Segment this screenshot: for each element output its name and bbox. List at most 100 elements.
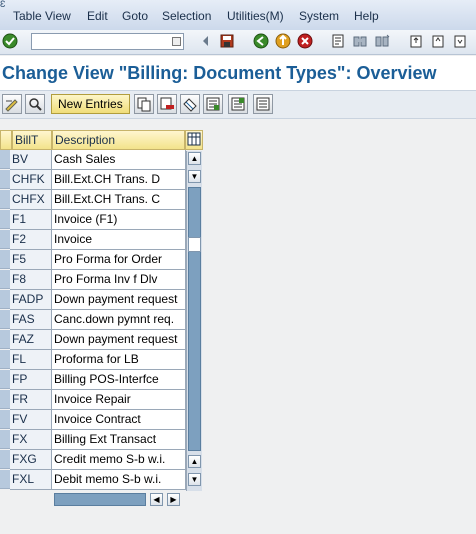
cell-description[interactable]: Invoice Contract	[52, 410, 186, 430]
row-selector[interactable]	[0, 150, 10, 169]
scroll-right-button[interactable]: ▶	[167, 493, 180, 506]
previous-page-icon[interactable]	[430, 33, 446, 49]
enter-icon[interactable]	[2, 33, 18, 49]
row-selector[interactable]	[0, 230, 10, 249]
cell-description[interactable]: Invoice Repair	[52, 390, 186, 410]
cell-billt[interactable]: FV	[10, 410, 52, 430]
row-selector[interactable]	[0, 210, 10, 229]
cell-description[interactable]: Down payment request	[52, 330, 186, 350]
undo-change-icon[interactable]	[180, 94, 200, 114]
horizontal-scrollbar[interactable]: ◀ ▶	[54, 492, 184, 507]
menu-utilities[interactable]: Utilities(M)	[227, 9, 284, 23]
menu-bar: Ɛ Table View Edit Goto Selection Utiliti…	[0, 0, 476, 30]
select-all-icon[interactable]	[203, 94, 223, 114]
cell-billt[interactable]: F8	[10, 270, 52, 290]
cell-description[interactable]: Invoice	[52, 230, 186, 250]
command-history-icon[interactable]	[172, 37, 181, 46]
cell-description[interactable]: Cash Sales	[52, 150, 186, 170]
cell-description[interactable]: Invoice (F1)	[52, 210, 186, 230]
scroll-up-button[interactable]: ▲	[188, 152, 201, 165]
scroll-track[interactable]	[188, 187, 201, 451]
menu-system[interactable]: System	[299, 9, 339, 23]
scroll-left-button[interactable]: ◀	[150, 493, 163, 506]
row-selector[interactable]	[0, 350, 10, 369]
cell-billt[interactable]: F2	[10, 230, 52, 250]
cell-description[interactable]: Pro Forma Inv f Dlv	[52, 270, 186, 290]
cell-billt[interactable]: FXG	[10, 450, 52, 470]
find-next-icon[interactable]	[374, 33, 390, 49]
delete-icon[interactable]	[157, 94, 177, 114]
column-header-description[interactable]: Description	[52, 130, 185, 150]
cell-billt[interactable]: CHFX	[10, 190, 52, 210]
cell-description[interactable]: Debit memo S-b w.i.	[52, 470, 186, 490]
cell-description[interactable]: Bill.Ext.CH Trans. C	[52, 190, 186, 210]
cell-billt[interactable]: FX	[10, 430, 52, 450]
scroll-thumb[interactable]	[188, 237, 201, 252]
vertical-scrollbar[interactable]: ▲ ▼ ▲ ▼	[186, 151, 202, 491]
cell-description[interactable]: Pro Forma for Order	[52, 250, 186, 270]
copy-as-icon[interactable]	[134, 94, 154, 114]
deselect-all-icon[interactable]	[253, 94, 273, 114]
cell-billt[interactable]: F5	[10, 250, 52, 270]
row-selector[interactable]	[0, 170, 10, 189]
cell-billt[interactable]: FXL	[10, 470, 52, 490]
cell-billt[interactable]: FR	[10, 390, 52, 410]
command-field[interactable]	[31, 33, 184, 50]
cancel-icon[interactable]	[297, 33, 313, 49]
row-selector[interactable]	[0, 330, 10, 349]
scroll-page-up-button[interactable]: ▲	[188, 455, 201, 468]
menu-help[interactable]: Help	[354, 9, 379, 23]
cell-billt[interactable]: CHFK	[10, 170, 52, 190]
row-selector[interactable]	[0, 310, 10, 329]
h-scroll-track[interactable]	[54, 493, 146, 506]
cell-description[interactable]: Bill.Ext.CH Trans. D	[52, 170, 186, 190]
scroll-page-down-button[interactable]: ▼	[188, 170, 201, 183]
row-selector[interactable]	[0, 290, 10, 309]
row-selector[interactable]	[0, 370, 10, 389]
first-page-icon[interactable]	[408, 33, 424, 49]
cell-billt[interactable]: FL	[10, 350, 52, 370]
menu-goto[interactable]: Goto	[122, 9, 148, 23]
table-settings-icon[interactable]	[185, 130, 203, 150]
cell-description[interactable]: Down payment request	[52, 290, 186, 310]
cell-billt[interactable]: FAZ	[10, 330, 52, 350]
menu-table-view[interactable]: Table View	[13, 9, 71, 23]
cell-billt[interactable]: FAS	[10, 310, 52, 330]
cell-billt[interactable]: F1	[10, 210, 52, 230]
collapse-arrow-icon[interactable]	[198, 33, 214, 49]
row-selector[interactable]	[0, 430, 10, 449]
cell-description[interactable]: Billing Ext Transact	[52, 430, 186, 450]
cell-description[interactable]: Credit memo S-b w.i.	[52, 450, 186, 470]
row-selector[interactable]	[0, 410, 10, 429]
scroll-down-button[interactable]: ▼	[188, 473, 201, 486]
title-bar: Change View "Billing: Document Types": O…	[0, 56, 476, 90]
save-icon[interactable]	[219, 33, 235, 49]
details-icon[interactable]	[25, 94, 45, 114]
cell-billt[interactable]: FP	[10, 370, 52, 390]
row-selector[interactable]	[0, 450, 10, 469]
green-back-icon[interactable]	[253, 33, 269, 49]
exit-icon[interactable]	[275, 33, 291, 49]
next-page-icon[interactable]	[452, 33, 468, 49]
print-icon[interactable]	[330, 33, 346, 49]
column-header-billt[interactable]: BillT	[12, 130, 52, 150]
select-block-icon[interactable]	[228, 94, 248, 114]
menu-selection[interactable]: Selection	[162, 9, 211, 23]
cell-description[interactable]: Billing POS-Interfce	[52, 370, 186, 390]
row-selector[interactable]	[0, 270, 10, 289]
new-entries-button[interactable]: New Entries	[51, 94, 130, 114]
cell-billt[interactable]: FADP	[10, 290, 52, 310]
menu-edit[interactable]: Edit	[87, 9, 108, 23]
row-selector[interactable]	[0, 190, 10, 209]
row-selector[interactable]	[0, 250, 10, 269]
select-all-corner[interactable]	[0, 130, 12, 150]
find-icon[interactable]	[352, 33, 368, 49]
page-title: Change View "Billing: Document Types": O…	[2, 63, 437, 83]
row-selector[interactable]	[0, 470, 10, 489]
cell-description[interactable]: Proforma for LB	[52, 350, 186, 370]
sap-window-icon[interactable]: Ɛ	[0, 0, 10, 9]
row-selector[interactable]	[0, 390, 10, 409]
cell-description[interactable]: Canc.down pymnt req.	[52, 310, 186, 330]
cell-billt[interactable]: BV	[10, 150, 52, 170]
display-change-icon[interactable]	[2, 94, 22, 114]
